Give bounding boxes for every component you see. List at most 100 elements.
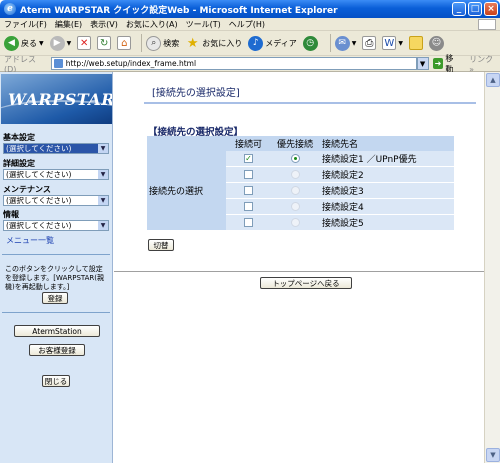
- table-header-row: 接続可 優先接続 接続先名: [147, 136, 454, 151]
- window-title: Aterm WARPSTAR クイック設定Web - Microsoft Int…: [20, 5, 338, 16]
- register-note: このボタンをクリックして設定を登録します。[WARPSTAR(親機)を再起動しま…: [5, 265, 105, 291]
- menu-help[interactable]: ヘルプ(H): [229, 19, 265, 30]
- register-button[interactable]: 登録: [42, 292, 68, 304]
- mail-button[interactable]: ✉ ▼: [334, 35, 357, 51]
- links-button[interactable]: リンク »: [469, 54, 500, 74]
- windows-logo-icon: [478, 18, 496, 30]
- main-frame: [接続先の選択設定] 【接続先の選択設定】 接続可 優先接続 接続先名 接続先の…: [114, 72, 484, 463]
- folder-icon: [408, 36, 423, 50]
- address-url: http://web.setup/index_frame.html: [65, 59, 197, 68]
- forward-dropdown-icon[interactable]: ▼: [67, 40, 72, 47]
- refresh-button[interactable]: ↻: [97, 36, 112, 50]
- mail-dropdown-icon[interactable]: ▼: [352, 40, 357, 47]
- print-icon: ⎙: [362, 36, 377, 50]
- connection-name-3: 接続設定3: [319, 183, 454, 198]
- address-input[interactable]: http://web.setup/index_frame.html: [50, 57, 417, 70]
- connection-name-5: 接続設定5: [319, 215, 454, 230]
- nav-basic-header: 基本設定: [3, 133, 35, 142]
- edit-icon: W: [382, 36, 397, 50]
- menu-file[interactable]: ファイル(F): [4, 19, 47, 30]
- enable-checkbox-4[interactable]: [244, 201, 253, 211]
- menu-tools[interactable]: ツール(T): [186, 19, 221, 30]
- chevron-down-icon: ▼: [98, 196, 108, 205]
- stop-button[interactable]: ✕: [77, 36, 92, 50]
- nav-maintenance-value: (選択してください): [6, 196, 72, 205]
- scroll-up-icon[interactable]: ▲: [486, 73, 500, 87]
- back-to-top-button[interactable]: トップページへ戻る: [260, 277, 352, 289]
- search-button[interactable]: ⌕ 検索: [146, 35, 180, 51]
- home-button[interactable]: ⌂: [117, 36, 132, 50]
- chevron-down-icon: ▼: [98, 221, 108, 230]
- media-icon: ♪: [248, 35, 264, 51]
- priority-radio-5: [290, 217, 300, 227]
- media-label: メディア: [265, 38, 297, 48]
- address-dropdown-icon[interactable]: ▼: [416, 57, 429, 70]
- priority-radio-1[interactable]: [290, 153, 300, 163]
- edit-dropdown-icon[interactable]: ▼: [398, 40, 403, 47]
- menu-favorites[interactable]: お気に入り(A): [126, 19, 178, 30]
- scroll-down-icon[interactable]: ▼: [486, 448, 500, 462]
- nav-info-select[interactable]: (選択してください) ▼: [3, 220, 109, 231]
- menu-edit[interactable]: 編集(E): [55, 19, 82, 30]
- nav-basic-select[interactable]: (選択してください) ▼: [3, 143, 109, 154]
- messenger-button[interactable]: ☺: [428, 35, 446, 51]
- priority-radio-4: [290, 201, 300, 211]
- nav-maintenance-select[interactable]: (選択してください) ▼: [3, 195, 109, 206]
- aterm-station-button[interactable]: AtermStation: [14, 325, 100, 337]
- priority-radio-3: [290, 185, 300, 195]
- forward-arrow-icon: ▶: [49, 35, 65, 51]
- minimize-button[interactable]: _: [452, 2, 466, 16]
- nav-basic-value: (選択してください): [6, 144, 72, 153]
- menu-view[interactable]: 表示(V): [90, 19, 118, 30]
- main-divider: [114, 271, 484, 272]
- history-icon: ◷: [302, 35, 318, 51]
- star-icon: ★: [186, 35, 199, 51]
- enable-checkbox-2[interactable]: [244, 169, 253, 179]
- logo-text: WARPSTAR: [8, 90, 112, 109]
- nav-info-header: 情報: [3, 210, 19, 219]
- chevron-down-icon: ▼: [98, 144, 108, 153]
- favorites-label: お気に入り: [202, 38, 243, 48]
- connection-table: 接続可 優先接続 接続先名 接続先の選択 ✓ 接続設定1 ／UPnP優先 接続設…: [147, 136, 454, 230]
- maximize-button[interactable]: □: [468, 2, 482, 16]
- nav-maintenance-header: メンテナンス: [3, 185, 51, 194]
- favorites-button[interactable]: ★ お気に入り: [185, 36, 242, 51]
- media-button[interactable]: ♪ メディア: [248, 35, 297, 51]
- enable-checkbox-3[interactable]: [244, 185, 253, 195]
- print-button[interactable]: ⎙: [362, 36, 377, 50]
- back-label: 戻る: [21, 38, 37, 48]
- sidebar-frame: WARPSTAR 基本設定 (選択してください) ▼ 詳細設定 (選択してくださ…: [0, 72, 113, 463]
- title-underline: [144, 102, 476, 104]
- connection-name-1: 接続設定1 ／UPnP優先: [319, 151, 454, 166]
- enable-checkbox-1[interactable]: ✓: [244, 153, 253, 163]
- close-window-button[interactable]: ×: [484, 2, 498, 16]
- vertical-scrollbar[interactable]: ▲ ▼: [484, 72, 500, 463]
- nav-advanced-select[interactable]: (選択してください) ▼: [3, 169, 109, 180]
- row-label: 接続先の選択: [147, 151, 226, 230]
- nav-info: 情報 (選択してください) ▼: [3, 209, 109, 231]
- menu-list-link[interactable]: メニュー一覧: [6, 235, 54, 246]
- address-label: アドレス(D): [4, 54, 36, 74]
- sidebar-divider: [2, 254, 110, 255]
- chevron-down-icon: ▼: [98, 170, 108, 179]
- switch-button[interactable]: 切替: [148, 239, 174, 251]
- connection-name-2: 接続設定2: [319, 167, 454, 182]
- back-dropdown-icon[interactable]: ▼: [39, 40, 44, 47]
- enable-checkbox-5[interactable]: [244, 217, 253, 227]
- close-button[interactable]: 閉じる: [42, 375, 70, 387]
- col-header-enable: 接続可: [226, 136, 271, 151]
- nav-advanced-settings: 詳細設定 (選択してください) ▼: [3, 158, 109, 180]
- folder-button[interactable]: [408, 36, 423, 50]
- title-bar: e Aterm WARPSTAR クイック設定Web - Microsoft I…: [0, 0, 500, 18]
- back-button[interactable]: ◀ 戻る ▼: [4, 35, 44, 51]
- stop-icon: ✕: [77, 36, 92, 50]
- messenger-icon: ☺: [428, 35, 444, 51]
- forward-button[interactable]: ▶ ▼: [49, 35, 72, 51]
- table-row: 接続先の選択 ✓ 接続設定1 ／UPnP優先: [147, 151, 454, 230]
- edit-button[interactable]: W ▼: [382, 36, 403, 50]
- history-button[interactable]: ◷: [302, 35, 320, 51]
- customer-register-button[interactable]: お客様登録: [29, 344, 85, 356]
- col-header-name: 接続先名: [319, 136, 454, 151]
- nav-basic-settings: 基本設定 (選択してください) ▼: [3, 132, 109, 154]
- search-label: 検索: [163, 38, 180, 48]
